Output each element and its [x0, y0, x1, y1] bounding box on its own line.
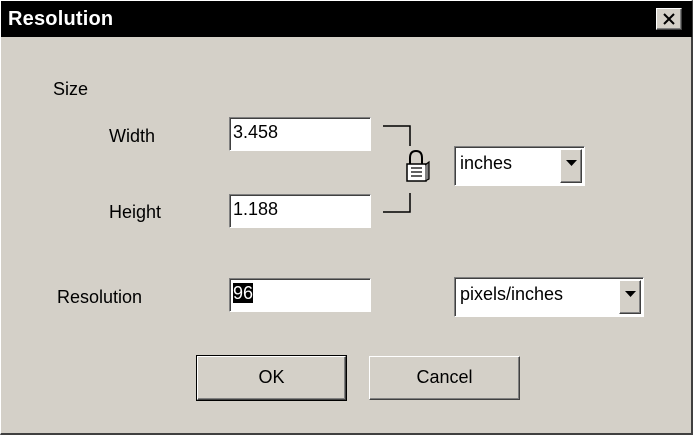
- close-button[interactable]: [656, 8, 682, 30]
- width-input[interactable]: 3.458: [229, 117, 371, 151]
- size-group-label: Size: [53, 79, 89, 99]
- height-value: 1.188: [233, 199, 279, 219]
- height-input[interactable]: 1.188: [229, 194, 371, 228]
- size-unit-select[interactable]: inches: [454, 146, 585, 186]
- resolution-unit-select[interactable]: pixels/inches: [454, 277, 644, 317]
- height-label: Height: [109, 202, 162, 222]
- resolution-value: 96: [233, 283, 254, 303]
- resolution-unit-dropdown-button[interactable]: [619, 280, 641, 314]
- size-unit-value: inches: [460, 153, 513, 173]
- lock-icon[interactable]: [403, 148, 431, 186]
- resolution-dialog: Resolution Size Width 3.458 Height 1.188…: [0, 0, 693, 435]
- title-bar[interactable]: Resolution: [1, 1, 692, 37]
- ok-button[interactable]: OK: [196, 355, 347, 401]
- width-value: 3.458: [233, 122, 279, 142]
- chevron-down-icon: [566, 160, 577, 166]
- dialog-title: Resolution: [8, 8, 114, 30]
- resolution-input[interactable]: 96: [229, 278, 371, 312]
- close-icon: [663, 13, 675, 25]
- size-unit-dropdown-button[interactable]: [560, 149, 582, 183]
- cancel-button[interactable]: Cancel: [369, 356, 520, 400]
- width-label: Width: [109, 126, 156, 146]
- resolution-unit-value: pixels/inches: [460, 284, 564, 304]
- chevron-down-icon: [625, 291, 636, 297]
- resolution-label: Resolution: [57, 287, 143, 307]
